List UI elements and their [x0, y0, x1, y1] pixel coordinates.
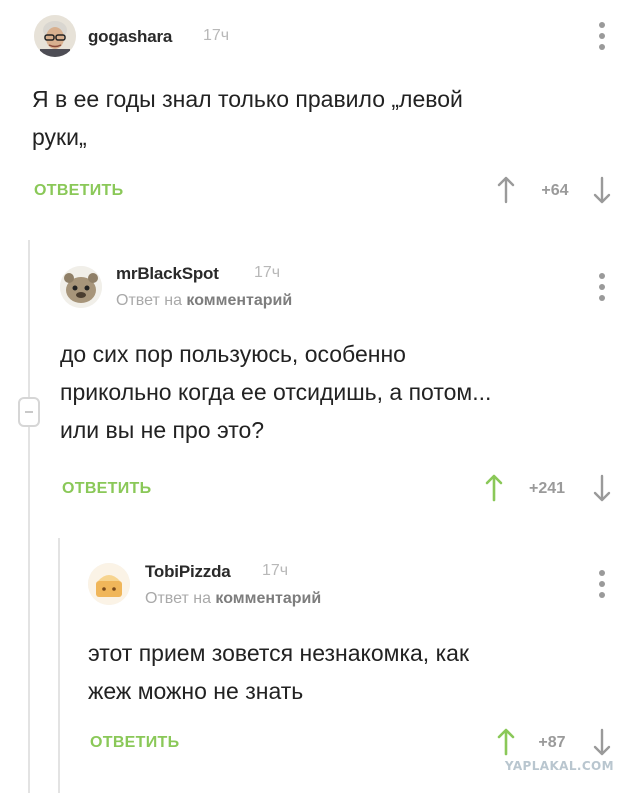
username[interactable]: mrBlackSpot [116, 264, 219, 284]
reply-to-link[interactable]: комментарий [215, 590, 321, 607]
comment-text: до сих пор пользуюсь, особенно прикольно… [60, 335, 491, 449]
reply-to-link[interactable]: комментарий [186, 292, 292, 309]
comment-text-line: до сих пор пользуюсь, особенно [60, 341, 406, 367]
more-menu-icon[interactable] [597, 570, 607, 598]
reply-to-reference[interactable]: Ответ на комментарий [116, 292, 292, 310]
thread-branch-line-level-2 [58, 538, 60, 793]
comment-text-line: Я в ее годы знал только правило „левой [32, 86, 463, 112]
upvote-arrow-icon[interactable] [496, 176, 516, 204]
collapse-thread-button[interactable] [18, 397, 40, 427]
upvote-arrow-icon[interactable] [484, 474, 504, 502]
comment-time: 17ч [262, 562, 289, 579]
thread-branch-line-level-1 [28, 240, 30, 793]
username[interactable]: gogashara [88, 27, 172, 47]
comment-text-line: этот прием зовется незнакомка, как [88, 640, 470, 666]
downvote-arrow-icon[interactable] [592, 176, 612, 204]
upvote-arrow-icon[interactable] [496, 728, 516, 756]
comment-time: 17ч [254, 264, 281, 281]
avatar[interactable] [60, 266, 102, 308]
reply-to-prefix: Ответ на [116, 292, 182, 309]
comment-text-line: жеж можно не знать [88, 678, 304, 704]
reply-button[interactable]: ОТВЕТИТЬ [34, 182, 123, 200]
downvote-arrow-icon[interactable] [592, 474, 612, 502]
avatar[interactable] [34, 15, 76, 57]
username[interactable]: TobiPizzda [145, 562, 231, 582]
more-menu-icon[interactable] [597, 273, 607, 301]
more-menu-icon[interactable] [597, 22, 607, 50]
rating-count: +241 [528, 480, 566, 497]
rating-count: +64 [541, 182, 569, 199]
reply-to-reference[interactable]: Ответ на комментарий [145, 590, 321, 608]
user-avatar-image [34, 15, 76, 57]
comment-text-line: или вы не про это? [60, 417, 265, 443]
reply-to-prefix: Ответ на [145, 590, 211, 607]
reply-button[interactable]: ОТВЕТИТЬ [62, 480, 151, 498]
reply-button[interactable]: ОТВЕТИТЬ [90, 734, 179, 752]
comment-text-line: прикольно когда ее отсидишь, а потом... [60, 379, 492, 405]
user-avatar-image [88, 563, 130, 605]
comment-text: Я в ее годы знал только правило „левой р… [32, 80, 463, 156]
comment-text-line: руки„ [32, 124, 87, 150]
rating-count: +87 [538, 734, 566, 751]
comment-text: этот прием зовется незнакомка, как жеж м… [88, 634, 469, 710]
downvote-arrow-icon[interactable] [592, 728, 612, 756]
avatar[interactable] [88, 563, 130, 605]
comment-time: 17ч [203, 27, 230, 44]
site-watermark: YAPLAKAL.COM [504, 759, 614, 773]
user-avatar-image [60, 266, 102, 308]
